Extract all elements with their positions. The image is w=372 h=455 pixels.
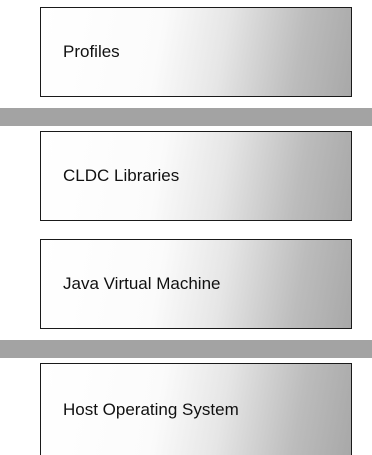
profiles-layer-box: Profiles — [40, 7, 352, 97]
cldc-libraries-layer-box: CLDC Libraries — [40, 131, 352, 221]
host-operating-system-label: Host Operating System — [63, 399, 239, 419]
java-virtual-machine-layer-box: Java Virtual Machine — [40, 239, 352, 329]
host-operating-system-layer-box: Host Operating System — [40, 363, 352, 455]
cldc-libraries-label: CLDC Libraries — [63, 166, 180, 185]
layer-separator-bar — [0, 340, 372, 358]
profiles-label: Profiles — [63, 42, 120, 61]
java-virtual-machine-label: Java Virtual Machine — [63, 274, 221, 293]
layer-separator-bar — [0, 108, 372, 126]
